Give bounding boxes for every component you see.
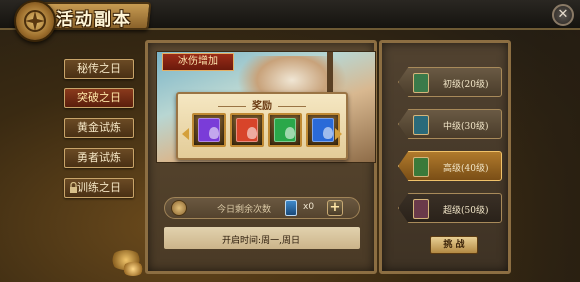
sidebar-item-mizhuan[interactable]: 秘传之日 xyxy=(64,59,134,79)
sidebar-item-label: 秘传之日 xyxy=(77,62,121,75)
add-attempts-button[interactable]: + xyxy=(327,200,343,216)
book-icon xyxy=(274,118,296,142)
sidebar-item-label: 勇者试炼 xyxy=(77,151,121,164)
difficulty-panel: 初级(20级) 中级(30级) 高级(40级) 超级(50级) 挑 战 xyxy=(379,40,511,274)
open-time-text: 开启时间:周一,周日 xyxy=(222,236,300,246)
reward-title: 奖励 xyxy=(178,97,346,112)
coin-icon xyxy=(171,200,187,216)
difficulty-advanced-button[interactable]: 高级(40级) xyxy=(398,151,502,181)
main-panel: 冰伤增加 奖励 今日剩余次数 x0 + 开启时间:周一,周日 xyxy=(145,40,377,274)
reward-prev-arrow-icon[interactable] xyxy=(182,128,189,140)
attempts-count: x0 xyxy=(303,202,315,212)
difficulty-label: 中级(30级) xyxy=(443,122,489,132)
difficulty-super-button[interactable]: 超级(50级) xyxy=(398,193,502,223)
difficulty-label: 超级(50级) xyxy=(443,206,489,216)
challenge-button[interactable]: 挑 战 xyxy=(430,236,478,254)
book-icon xyxy=(198,118,220,142)
buff-tag: 冰伤增加 xyxy=(162,53,234,71)
sidebar-item-label: 黄金试炼 xyxy=(77,121,121,134)
sidebar-item-label: 训练之日 xyxy=(77,181,121,194)
page-title: 活动副本 xyxy=(56,10,132,30)
attempts-label: 今日剩余次数 xyxy=(217,205,272,215)
book-icon xyxy=(413,199,429,219)
reward-item[interactable] xyxy=(192,113,226,147)
reward-next-arrow-icon[interactable] xyxy=(335,128,342,140)
book-icon xyxy=(413,115,429,135)
book-icon xyxy=(312,118,334,142)
lock-icon xyxy=(70,182,77,193)
reward-item[interactable] xyxy=(230,113,264,147)
difficulty-label: 高级(40级) xyxy=(443,164,489,174)
book-icon xyxy=(413,73,429,93)
reward-panel: 奖励 xyxy=(176,92,348,160)
background-shade xyxy=(510,30,580,282)
book-icon xyxy=(413,157,429,177)
emblem-icon xyxy=(14,0,56,42)
sidebar-item-tupo[interactable]: 突破之日 xyxy=(64,88,134,108)
close-button[interactable]: ✕ xyxy=(552,4,574,26)
coin-decoration xyxy=(122,262,144,276)
difficulty-label: 初级(20级) xyxy=(443,80,489,90)
difficulty-beginner-button[interactable]: 初级(20级) xyxy=(398,67,502,97)
sidebar-item-huangjin[interactable]: 黄金试炼 xyxy=(64,118,134,138)
ticket-icon xyxy=(285,200,297,216)
sidebar-item-label: 突破之日 xyxy=(77,91,121,104)
sidebar-item-xunlian[interactable]: 训练之日 xyxy=(64,178,134,198)
reward-item[interactable] xyxy=(268,113,302,147)
attempts-row: 今日剩余次数 x0 + xyxy=(164,197,360,219)
book-icon xyxy=(236,118,258,142)
difficulty-intermediate-button[interactable]: 中级(30级) xyxy=(398,109,502,139)
sidebar-item-yongzhe[interactable]: 勇者试炼 xyxy=(64,148,134,168)
